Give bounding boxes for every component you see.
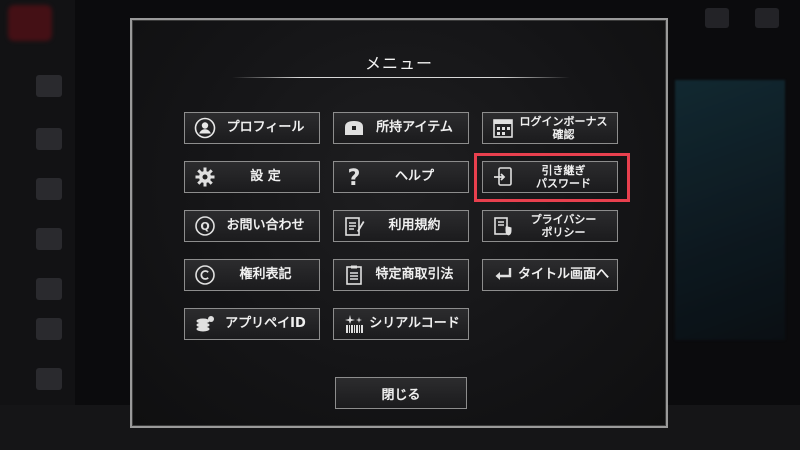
to-title-label: タイトル画面へ — [517, 267, 609, 282]
clipboard-list-icon — [341, 262, 367, 288]
background-mail-icon — [705, 8, 729, 28]
background-logo — [8, 5, 52, 41]
contact-label: お問い合わせ — [226, 218, 305, 233]
terms-label: 利用規約 — [388, 218, 441, 233]
profile-button[interactable]: プロフィール — [184, 112, 320, 144]
coins-icon — [192, 311, 218, 337]
barcode-sparkle-icon — [341, 311, 367, 337]
question-icon: ? — [341, 164, 367, 190]
document-pen-icon — [341, 213, 367, 239]
shield-document-icon — [490, 213, 516, 239]
speech-question-icon: Q — [192, 213, 218, 239]
copyright-label: 権利表記 — [239, 267, 292, 282]
privacy-policy-label: プライバシー ポリシー — [530, 213, 597, 239]
background-icon — [36, 75, 62, 97]
background-icon — [36, 318, 62, 340]
privacy-policy-button[interactable]: プライバシー ポリシー — [482, 210, 618, 242]
highlight-frame — [474, 153, 630, 202]
gear-icon — [192, 164, 218, 190]
login-bonus-label: ログインボーナス 確認 — [519, 115, 608, 141]
copyright-button[interactable]: 権利表記 — [184, 259, 320, 291]
svg-text:?: ? — [348, 166, 361, 188]
contact-button[interactable]: Q お問い合わせ — [184, 210, 320, 242]
inventory-button[interactable]: 所持アイテム — [333, 112, 469, 144]
inventory-label: 所持アイテム — [376, 120, 453, 135]
background-icon — [36, 228, 62, 250]
login-bonus-button[interactable]: ログインボーナス 確認 — [482, 112, 618, 144]
app-pay-id-label: アプリペイID — [225, 316, 306, 331]
svg-text:Q: Q — [200, 220, 209, 233]
background-icon — [36, 178, 62, 200]
background-artwork — [675, 80, 785, 340]
return-arrow-icon — [490, 262, 516, 288]
modal-title: メニュー — [364, 54, 433, 73]
serial-code-label: シリアルコード — [369, 316, 460, 331]
menu-modal: メニュー プロフィール 所持アイテム ログインボーナス確認 設 定 ? ヘルプ — [130, 18, 668, 428]
close-button[interactable]: 閉じる — [335, 377, 467, 409]
help-label: ヘルプ — [394, 169, 434, 184]
help-button[interactable]: ? ヘルプ — [333, 161, 469, 193]
title-divider — [232, 77, 570, 78]
commercial-law-label: 特定商取引法 — [375, 267, 454, 282]
commercial-law-button[interactable]: 特定商取引法 — [333, 259, 469, 291]
to-title-button[interactable]: タイトル画面へ — [482, 259, 618, 291]
calendar-check-icon — [490, 115, 516, 141]
profile-label: プロフィール — [226, 120, 305, 135]
background-icon — [36, 368, 62, 390]
terms-button[interactable]: 利用規約 — [333, 210, 469, 242]
background-icon — [36, 278, 62, 300]
serial-code-button[interactable]: シリアルコード — [333, 308, 469, 340]
copyright-icon — [192, 262, 218, 288]
user-circle-icon — [192, 115, 218, 141]
background-icon — [36, 128, 62, 150]
app-pay-id-button[interactable]: アプリペイID — [184, 308, 320, 340]
settings-button[interactable]: 設 定 — [184, 161, 320, 193]
settings-label: 設 定 — [250, 169, 281, 184]
background-menu-icon — [755, 8, 779, 28]
treasure-chest-icon — [341, 115, 367, 141]
